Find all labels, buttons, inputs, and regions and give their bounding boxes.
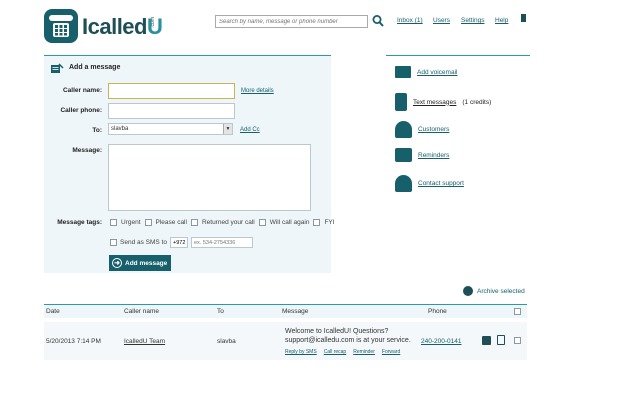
sms-number-input[interactable]: [190, 237, 253, 248]
row-phone[interactable]: 240-200-0141: [421, 338, 461, 345]
sidebar-item-reminders[interactable]: Reminders: [395, 148, 449, 162]
support-icon: [395, 175, 412, 192]
chevron-down-icon[interactable]: ▼: [223, 124, 232, 134]
sidebar-item-add-voicemail[interactable]: Add voicemail: [395, 66, 457, 78]
person-icon: [395, 121, 412, 138]
tag-will-call-again-checkbox[interactable]: [258, 219, 266, 226]
phone-sms-icon: [395, 93, 407, 111]
message-label: Message:: [72, 147, 102, 154]
edit-icon[interactable]: [482, 336, 491, 345]
nav-inbox[interactable]: Inbox (1): [397, 17, 423, 24]
tag-please-call-checkbox[interactable]: [144, 219, 152, 226]
sidebar-item-label: Customers: [418, 126, 450, 133]
caller-phone-label: Caller phone:: [60, 107, 102, 114]
to-select[interactable]: slavba ▼: [108, 123, 233, 135]
sidebar-item-label: Add voicemail: [417, 68, 458, 76]
add-message-button-label: Add message: [125, 259, 168, 267]
sidebar-item-label: Contact support: [418, 180, 464, 187]
panel-title: Add a message: [69, 64, 121, 71]
sidebar: [386, 55, 530, 56]
tag-will-call-again-label: Will call again: [269, 219, 310, 226]
sidebar-item-customers[interactable]: Customers: [395, 121, 449, 138]
col-message[interactable]: Message: [282, 308, 308, 315]
col-date[interactable]: Date: [46, 308, 60, 315]
archive-icon: [463, 286, 473, 296]
reply-sms-link[interactable]: Reply by SMS: [285, 349, 317, 355]
row-checkbox[interactable]: [514, 337, 521, 344]
add-message-button[interactable]: ➜ Add message: [109, 255, 171, 271]
logo-suffix: .com: [150, 17, 156, 28]
caller-name-input[interactable]: [108, 83, 235, 99]
reminder-link[interactable]: Reminder: [353, 349, 375, 355]
row-message-line1: Welcome to IcalledU! Questions?: [285, 328, 389, 335]
send-sms-checkbox[interactable]: [110, 239, 117, 246]
row-actions: Reply by SMS Call recap Reminder Forward: [285, 349, 400, 355]
select-all-checkbox[interactable]: [514, 308, 521, 315]
send-sms-label: Send as SMS to: [120, 239, 167, 246]
row-to: slavba: [217, 338, 236, 345]
col-caller-name[interactable]: Caller name: [124, 308, 159, 315]
tag-returned-call-label: Returned your call: [201, 219, 255, 226]
row-date: 5/20/2013 7:14 PM: [46, 338, 101, 345]
add-cc-link[interactable]: Add Cc: [240, 127, 260, 133]
sms-row: Send as SMS to: [110, 237, 253, 248]
tag-urgent-label: Urgent: [121, 219, 141, 226]
sidebar-item-contact-support[interactable]: Contact support: [395, 175, 464, 192]
arrow-right-icon: ➜: [112, 258, 122, 268]
to-select-value: slavba: [111, 126, 129, 132]
tag-please-call-label: Please call: [155, 219, 187, 226]
sms-country-code-input[interactable]: [169, 237, 188, 248]
tags-label: Message tags:: [57, 219, 102, 226]
sidebar-item-label: Reminders: [418, 151, 450, 159]
nav-users[interactable]: Users: [433, 17, 450, 24]
clipboard-icon[interactable]: [497, 335, 505, 345]
col-to[interactable]: To: [217, 308, 224, 315]
caller-name-label: Caller name:: [62, 87, 102, 94]
tag-urgent-checkbox[interactable]: [110, 219, 117, 226]
tag-returned-call-checkbox[interactable]: [190, 219, 198, 226]
col-phone[interactable]: Phone: [428, 308, 447, 315]
search-icon[interactable]: [372, 14, 384, 28]
sidebar-item-text-messages[interactable]: Text messages (1 credits): [395, 93, 491, 111]
logo-phone-icon: [44, 9, 78, 43]
call-recap-link[interactable]: Call recap: [324, 349, 347, 355]
message-tags: Urgent Please call Returned your call Wi…: [110, 219, 335, 226]
nav-help[interactable]: Help: [495, 17, 508, 24]
row-caller[interactable]: IcalledU Team: [124, 338, 165, 345]
logout-icon[interactable]: [521, 14, 526, 22]
caller-phone-input[interactable]: [108, 103, 235, 119]
row-message-line2: support@icalledu.com is at your service.: [285, 337, 411, 344]
reminder-icon: [395, 148, 412, 162]
more-details-link[interactable]: More details: [241, 88, 274, 94]
pencil-note-icon: [50, 63, 64, 77]
forward-link[interactable]: Forward: [382, 349, 400, 355]
search-input[interactable]: [215, 15, 368, 28]
message-textarea[interactable]: [108, 144, 311, 211]
nav-settings[interactable]: Settings: [461, 17, 485, 24]
tag-fyi-checkbox[interactable]: [313, 219, 321, 226]
archive-selected-label: Archive selected: [477, 287, 525, 295]
to-label: To:: [92, 127, 102, 134]
envelope-icon: [395, 66, 411, 78]
archive-selected-button[interactable]: Archive selected: [463, 286, 525, 296]
sms-credits: (1 credits): [462, 98, 492, 106]
sidebar-item-label: Text messages: [413, 98, 457, 106]
tag-fyi-label: FYI: [324, 219, 335, 226]
